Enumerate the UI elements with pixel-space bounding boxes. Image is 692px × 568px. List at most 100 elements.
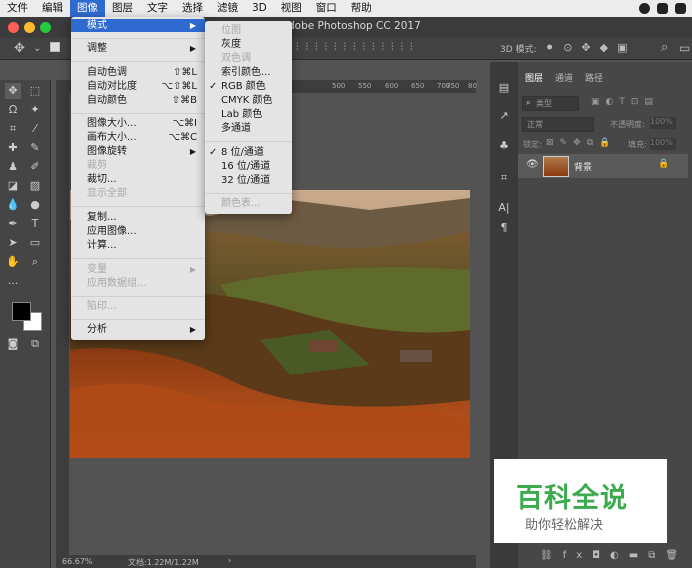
menu-3d[interactable]: 3D — [245, 0, 274, 17]
menu-item-apply-image[interactable]: 应用图像... — [71, 225, 205, 238]
menu-separator — [205, 141, 292, 142]
menu-item-image-rotation[interactable]: 图像旋转 ▶ — [71, 145, 205, 158]
menu-item-mode[interactable]: 模式 ▶ — [71, 19, 205, 32]
menu-type[interactable]: 文字 — [140, 0, 175, 17]
menu-image[interactable]: 图像 — [70, 0, 105, 17]
menu-layer[interactable]: 图层 — [105, 0, 140, 17]
clone-source-icon[interactable]: ♣ — [496, 138, 512, 154]
mode-indexed-color[interactable]: 索引颜色... — [205, 66, 292, 79]
auto-select-checkbox[interactable] — [50, 42, 60, 52]
tab-channels[interactable]: 通道 — [555, 71, 573, 84]
menu-item-image-size[interactable]: 图像大小... ⌥⌘I — [71, 117, 205, 130]
fill-input[interactable]: 100% — [650, 138, 676, 150]
3d-mode-icons[interactable]: ⚫⊙✥◆▣ — [545, 41, 637, 54]
lock-icons[interactable]: ⊠✎✥⧉🔒 — [546, 138, 616, 148]
menu-item-trim[interactable]: 裁切... — [71, 173, 205, 186]
visibility-eye-icon[interactable]: 👁 — [526, 159, 539, 170]
tab-layers[interactable]: 图层 — [525, 71, 543, 84]
chevron-right-icon[interactable]: › — [228, 556, 231, 565]
layer-bottom-icons[interactable]: ⛓fx◘◐▬⧉🗑 — [540, 550, 688, 561]
mode-cmyk[interactable]: CMYK 颜色 — [205, 94, 292, 107]
blend-mode-select[interactable]: 正常 — [522, 117, 594, 132]
crop-tool-icon[interactable]: ⌗ — [5, 121, 21, 137]
menu-item-duplicate[interactable]: 复制... — [71, 211, 205, 224]
paragraph-panel-icon[interactable]: ¶ — [496, 220, 512, 236]
user-icon[interactable] — [639, 3, 650, 14]
menu-separator — [71, 258, 205, 259]
dodge-tool-icon[interactable]: ● — [27, 197, 43, 213]
move-tool-icon[interactable]: ✥ — [5, 83, 21, 99]
chevron-down-icon[interactable]: ⌄ — [33, 43, 41, 54]
mode-lab[interactable]: Lab 颜色 — [205, 108, 292, 121]
pen-tool-icon[interactable]: ✒ — [5, 216, 21, 232]
magic-wand-icon[interactable]: ✦ — [27, 102, 43, 118]
move-tool-icon[interactable]: ✥ — [14, 41, 25, 56]
menu-filter[interactable]: 滤镜 — [210, 0, 245, 17]
menu-item-auto-contrast[interactable]: 自动对比度 ⌥⇧⌘L — [71, 80, 205, 93]
zoom-level[interactable]: 66.67% — [62, 557, 93, 566]
mode-grayscale[interactable]: 灰度 — [205, 38, 292, 51]
mode-16-bit[interactable]: 16 位/通道 — [205, 160, 292, 173]
menu-select[interactable]: 选择 — [175, 0, 210, 17]
menu-item-auto-color[interactable]: 自动颜色 ⇧⌘B — [71, 94, 205, 107]
history-brush-icon[interactable]: ✐ — [27, 159, 43, 175]
foreground-color-swatch[interactable] — [12, 302, 31, 321]
healing-brush-icon[interactable]: ✚ — [5, 140, 21, 156]
opacity-input[interactable]: 100% — [650, 117, 676, 129]
align-icons[interactable]: ⫶⫶⫶⫶⫶⫶⫶⫶⫶⫶⫶⫶⫶ — [296, 42, 420, 53]
quick-mask-icon[interactable]: ◙ — [5, 336, 21, 352]
ruler-tick: 80 — [468, 82, 477, 90]
blur-tool-icon[interactable]: 💧 — [5, 197, 21, 213]
menu-edit[interactable]: 编辑 — [35, 0, 70, 17]
layer-thumbnail — [543, 156, 569, 177]
character-panel-icon[interactable]: A| — [496, 200, 512, 216]
crop-panel-icon[interactable]: ⌗ — [496, 170, 512, 186]
mode-32-bit[interactable]: 32 位/通道 — [205, 174, 292, 187]
brush-tool-icon[interactable]: ✎ — [27, 140, 43, 156]
stamp-tool-icon[interactable]: ♟ — [5, 159, 21, 175]
minimize-window-icon[interactable] — [24, 22, 35, 33]
mode-multichannel[interactable]: 多通道 — [205, 122, 292, 135]
mode-rgb[interactable]: ✓ RGB 颜色 — [205, 80, 292, 93]
menu-bar: 文件 编辑 图像 图层 文字 选择 滤镜 3D 视图 窗口 帮助 — [0, 0, 692, 17]
menu-view[interactable]: 视图 — [274, 0, 309, 17]
lasso-tool-icon[interactable]: ᘯ — [5, 102, 21, 118]
gradient-icon[interactable]: ▨ — [27, 178, 43, 194]
eraser-icon[interactable]: ◪ — [5, 178, 21, 194]
layer-filter-select[interactable]: ⌕ 类型 — [522, 96, 579, 111]
maximize-window-icon[interactable] — [40, 22, 51, 33]
search-icon[interactable]: ⌕ — [661, 40, 668, 55]
menu-item-adjustments[interactable]: 调整 ▶ — [71, 42, 205, 55]
shape-tool-icon[interactable]: ▭ — [27, 235, 43, 251]
menu-item-reveal-all: 显示全部 — [87, 188, 127, 199]
layer-name[interactable]: 背景 — [574, 160, 592, 173]
close-window-icon[interactable] — [8, 22, 19, 33]
menu-item-canvas-size[interactable]: 画布大小... ⌥⌘C — [71, 131, 205, 144]
mode-color-table: 颜色表... — [221, 198, 261, 209]
status-icon[interactable] — [657, 3, 668, 14]
tab-paths[interactable]: 路径 — [585, 71, 603, 84]
ruler-tick: 550 — [358, 82, 372, 90]
menu-window[interactable]: 窗口 — [309, 0, 344, 17]
marquee-tool-icon[interactable]: ⬚ — [27, 83, 43, 99]
more-tools-icon[interactable]: ··· — [5, 276, 21, 292]
workspace-icon[interactable]: ▭ — [679, 41, 690, 55]
zoom-tool-icon[interactable]: ⌕ — [27, 254, 43, 270]
layer-filter-icons[interactable]: ▣◐T⊡▤ — [591, 97, 659, 107]
menu-item-calculations[interactable]: 计算... — [71, 239, 205, 252]
layer-row[interactable]: 👁 背景 🔒 — [518, 154, 688, 178]
hand-tool-icon[interactable]: ✋ — [5, 254, 21, 270]
screen-mode-icon[interactable]: ⧉ — [27, 336, 43, 352]
history-panel-icon[interactable]: ▤ — [496, 80, 512, 96]
mode-8-bit[interactable]: ✓ 8 位/通道 — [205, 146, 292, 159]
menu-item-auto-tone[interactable]: 自动色调 ⇧⌘L — [71, 66, 205, 79]
filter-label: 类型 — [536, 99, 552, 108]
menu-help[interactable]: 帮助 — [344, 0, 379, 17]
path-select-icon[interactable]: ➤ — [5, 235, 21, 251]
menu-item-analysis[interactable]: 分析 ▶ — [71, 323, 205, 336]
display-icon[interactable] — [675, 3, 686, 14]
type-tool-icon[interactable]: T — [27, 216, 43, 232]
menu-file[interactable]: 文件 — [0, 0, 35, 17]
eyedropper-icon[interactable]: ⁄ — [27, 121, 43, 137]
brush-panel-icon[interactable]: ↗ — [496, 108, 512, 124]
